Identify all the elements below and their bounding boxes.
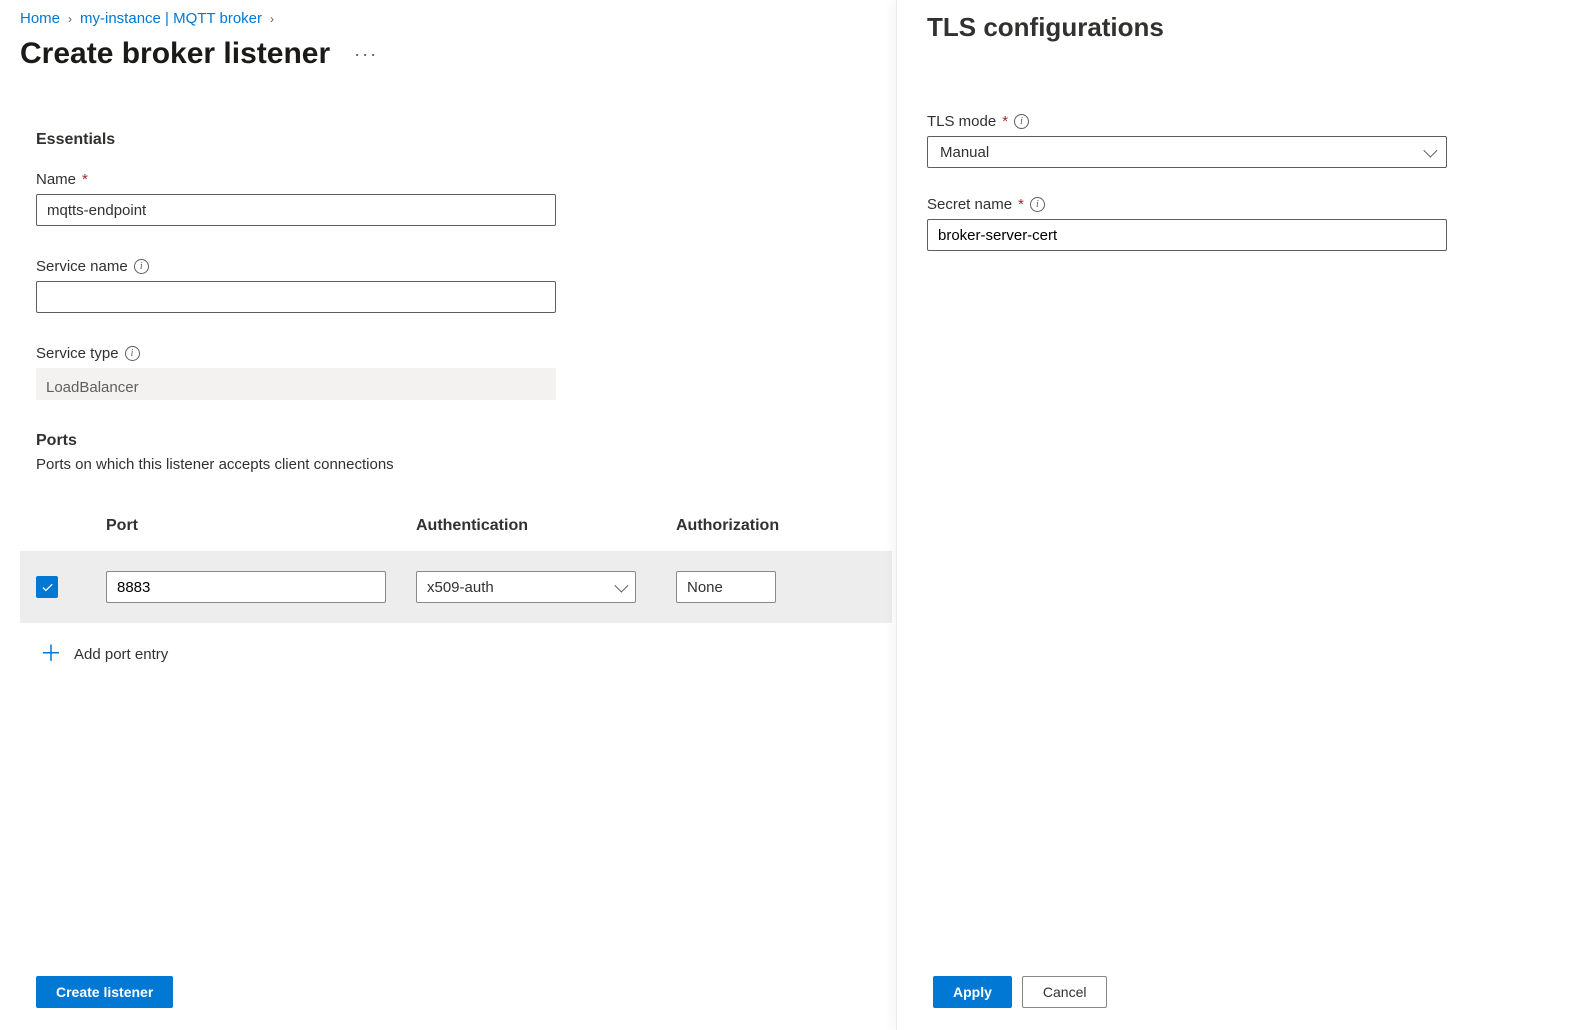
tls-mode-select[interactable]: Manual <box>927 136 1447 168</box>
essentials-heading: Essentials <box>36 131 876 149</box>
add-port-entry-label: Add port entry <box>74 646 168 663</box>
chevron-right-icon: › <box>68 12 72 26</box>
required-indicator: * <box>1018 196 1024 213</box>
info-icon[interactable]: i <box>125 346 140 361</box>
breadcrumb-instance[interactable]: my-instance | MQTT broker <box>80 10 262 27</box>
secret-name-label: Secret name <box>927 196 1012 213</box>
add-port-entry-button[interactable]: ＋ Add port entry <box>40 643 876 665</box>
name-label: Name <box>36 171 76 188</box>
required-indicator: * <box>82 171 88 188</box>
info-icon[interactable]: i <box>1014 114 1029 129</box>
info-icon[interactable]: i <box>1030 197 1045 212</box>
table-row: x509-auth None <box>36 571 892 603</box>
required-indicator: * <box>1002 113 1008 130</box>
breadcrumb: Home › my-instance | MQTT broker › <box>20 6 876 37</box>
column-port: Port <box>106 517 406 535</box>
main-content: Home › my-instance | MQTT broker › Creat… <box>0 0 896 1030</box>
tls-mode-value: Manual <box>940 144 989 161</box>
breadcrumb-home[interactable]: Home <box>20 10 60 27</box>
create-listener-button[interactable]: Create listener <box>36 976 173 1008</box>
secret-name-input[interactable] <box>927 219 1447 251</box>
chevron-down-icon <box>1423 144 1437 158</box>
info-icon[interactable]: i <box>134 259 149 274</box>
service-type-label: Service type <box>36 345 119 362</box>
service-type-value: LoadBalancer <box>36 368 556 400</box>
ports-table: Port Authentication Authorization <box>36 517 892 623</box>
authentication-select[interactable]: x509-auth <box>416 571 636 603</box>
tls-mode-label: TLS mode <box>927 113 996 130</box>
chevron-right-icon: › <box>270 12 274 26</box>
cancel-button[interactable]: Cancel <box>1022 976 1108 1008</box>
tls-config-panel: TLS configurations TLS mode * i Manual S… <box>896 0 1584 1030</box>
authorization-value: None <box>687 579 723 596</box>
more-actions-icon[interactable]: ··· <box>354 44 378 65</box>
service-name-input[interactable] <box>36 281 556 313</box>
panel-title: TLS configurations <box>927 0 1554 113</box>
port-input[interactable] <box>106 571 386 603</box>
apply-button[interactable]: Apply <box>933 976 1012 1008</box>
page-title: Create broker listener <box>20 37 330 71</box>
authentication-value: x509-auth <box>427 579 494 596</box>
row-checkbox[interactable] <box>36 576 58 598</box>
ports-description: Ports on which this listener accepts cli… <box>36 456 876 473</box>
column-authentication: Authentication <box>416 517 666 535</box>
service-name-label: Service name <box>36 258 128 275</box>
column-authorization: Authorization <box>676 517 876 535</box>
name-input[interactable] <box>36 194 556 226</box>
chevron-down-icon <box>614 579 628 593</box>
authorization-select[interactable]: None <box>676 571 776 603</box>
ports-heading: Ports <box>36 432 876 450</box>
plus-icon: ＋ <box>40 643 62 665</box>
